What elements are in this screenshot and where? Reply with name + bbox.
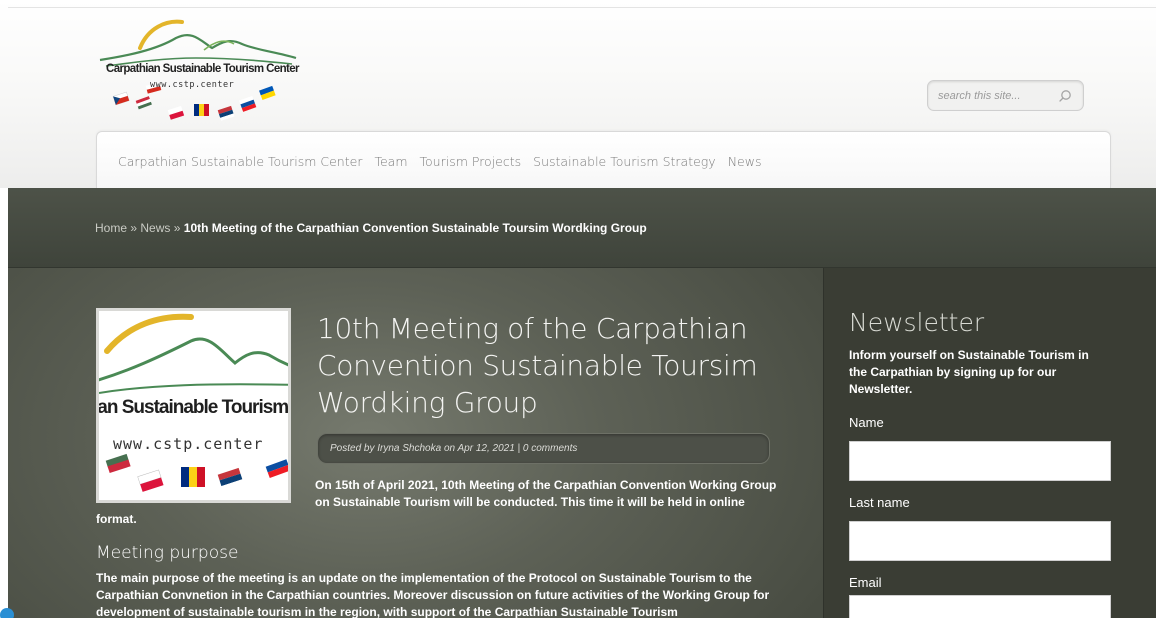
logo-url: www.cstp.center — [150, 80, 235, 90]
thumbnail-url: www.cstp.center — [113, 435, 264, 453]
floating-widget-icon[interactable] — [0, 608, 14, 618]
post-meta-bar: Posted by Iryna Shchoka on Apr 12, 2021 … — [317, 433, 770, 464]
search-icon[interactable] — [1057, 88, 1073, 104]
breadcrumb-separator: » — [173, 221, 181, 235]
nav-item-tourism-projects[interactable]: Tourism Projects — [420, 154, 522, 169]
thumbnail-text: ian Sustainable Tourism — [96, 397, 289, 418]
breadcrumb-home-link[interactable]: Home — [95, 221, 127, 235]
post-body-text: The main purpose of the meeting is an up… — [96, 571, 770, 618]
site-header: Carpathian Sustainable Tourism Center ww… — [0, 0, 1156, 188]
post-meta[interactable]: Posted by Iryna Shchoka on Apr 12, 2021 … — [330, 443, 577, 454]
email-label: Email — [849, 575, 882, 590]
name-label: Name — [849, 415, 884, 430]
breadcrumb-separator: » — [130, 221, 138, 235]
thumbnail-float-space — [96, 477, 315, 511]
search-input[interactable] — [938, 88, 1050, 104]
breadcrumb-news-link[interactable]: News — [140, 221, 170, 235]
sidebar: Newsletter Inform yourself on Sustainabl… — [823, 268, 1156, 618]
main-content: ian Sustainable Tourism www.cstp.center … — [8, 268, 1156, 618]
newsletter-title: Newsletter — [849, 308, 985, 337]
newsletter-description: Inform yourself on Sustainable Tourism i… — [849, 348, 1089, 396]
logo-title: Carpathian Sustainable Tourism Center — [106, 63, 300, 75]
post-subheading: Meeting purpose — [96, 543, 239, 563]
post-intro: On 15th of April 2021, 10th Meeting of t… — [96, 477, 778, 528]
search-box[interactable] — [927, 80, 1084, 111]
nav-item-news[interactable]: News — [728, 154, 762, 169]
nav-item-sustainable-tourism-strategy[interactable]: Sustainable Tourism Strategy — [533, 154, 716, 169]
post-title: 10th Meeting of the Carpathian Conventio… — [317, 312, 758, 419]
nav-item-home[interactable]: Carpathian Sustainable Tourism Center — [118, 154, 362, 169]
breadcrumb-current: 10th Meeting of the Carpathian Conventio… — [183, 221, 647, 235]
nav-item-team[interactable]: Team — [374, 154, 407, 169]
breadcrumb: Home » News » 10th Meeting of the Carpat… — [95, 221, 647, 235]
top-divider — [8, 7, 1156, 8]
main-navigation: Carpathian Sustainable Tourism Center Te… — [96, 131, 1111, 188]
last-name-label: Last name — [849, 495, 910, 510]
post-thumbnail[interactable]: ian Sustainable Tourism www.cstp.center — [96, 308, 291, 503]
breadcrumb-band: Home » News » 10th Meeting of the Carpat… — [8, 188, 1156, 268]
last-name-field[interactable] — [849, 521, 1111, 561]
name-field[interactable] — [849, 441, 1111, 481]
email-field[interactable] — [849, 595, 1111, 618]
site-logo[interactable]: Carpathian Sustainable Tourism Center ww… — [96, 14, 306, 128]
